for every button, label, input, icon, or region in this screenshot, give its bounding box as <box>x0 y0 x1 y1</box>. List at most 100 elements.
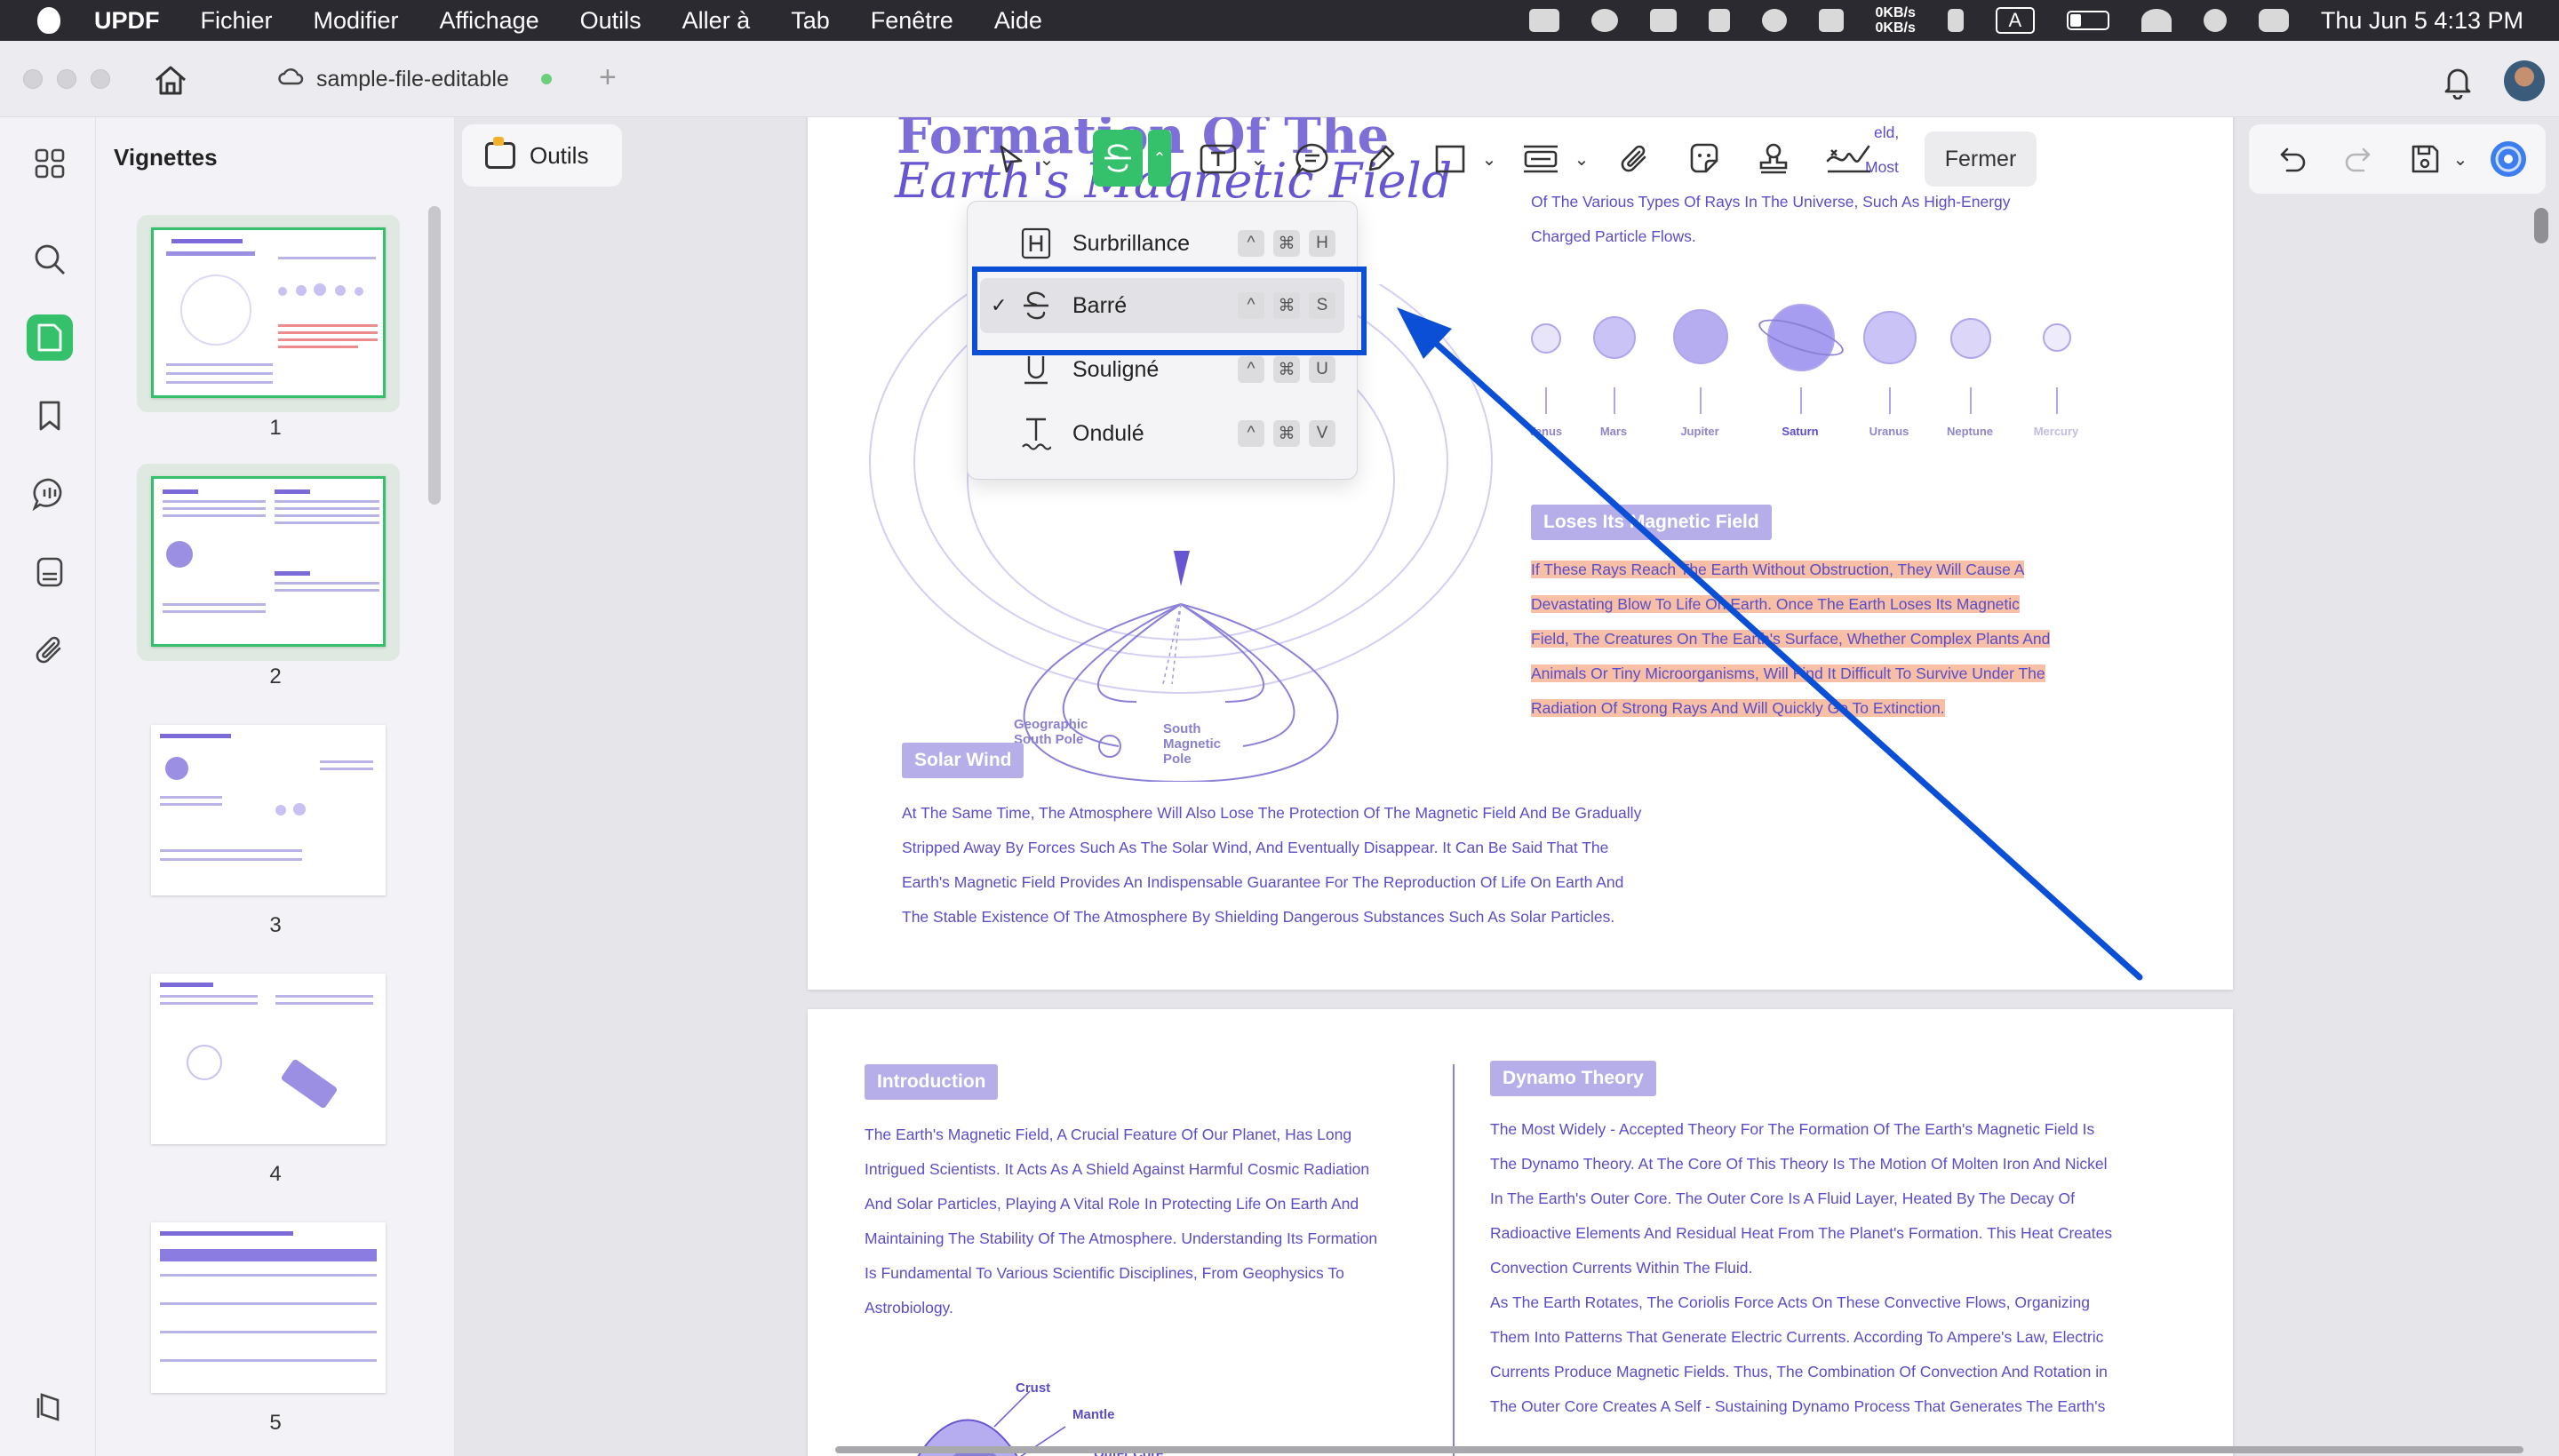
text-line[interactable]: In The Earth's Outer Core. The Outer Cor… <box>1490 1182 2112 1216</box>
planet-label[interactable]: Saturn <box>1756 425 1845 438</box>
search-icon[interactable] <box>27 236 73 282</box>
highlighted-line[interactable]: Animals Or Tiny Microorganisms, Will Fin… <box>1531 664 2045 682</box>
section-tag-loses-field[interactable]: Loses Its Magnetic Field <box>1531 505 1772 540</box>
text-line[interactable]: The Dynamo Theory. At The Core Of This T… <box>1490 1147 2112 1182</box>
thumbnails-panel-icon[interactable] <box>27 314 73 361</box>
strikethrough-tool-button[interactable] <box>1093 130 1143 187</box>
planet-label[interactable]: Neptune <box>1925 425 2014 438</box>
document-viewport[interactable]: Outils Formation Of The Earth's Magnetic… <box>455 117 2559 1456</box>
control-center-icon[interactable] <box>2258 9 2289 32</box>
pencil-draw-icon[interactable] <box>1361 124 1400 194</box>
wifi-icon[interactable] <box>2140 9 2172 32</box>
document-vertical-scrollbar[interactable] <box>2534 208 2548 243</box>
menu-aide[interactable]: Aide <box>994 7 1042 35</box>
stamp-icon[interactable] <box>1754 124 1793 194</box>
clock[interactable]: Thu Jun 5 4:13 PM <box>2321 7 2523 35</box>
thumbnail-page-2[interactable] <box>137 464 400 661</box>
signature-icon[interactable] <box>1823 124 1875 194</box>
thumbnail-page-3[interactable] <box>137 712 400 910</box>
text-line[interactable]: Intrigued Scientists. It Acts As A Shiel… <box>865 1152 1377 1187</box>
text-line[interactable]: The Stable Existence Of The Atmosphere B… <box>902 900 1641 935</box>
apple-menu-icon[interactable] <box>37 7 60 34</box>
menu-modifier[interactable]: Modifier <box>314 7 399 35</box>
bluetooth-icon[interactable] <box>1947 9 1964 32</box>
solar-wind-paragraph[interactable]: At The Same Time, The Atmosphere Will Al… <box>902 796 1641 935</box>
text-line[interactable]: And Solar Particles, Playing A Vital Rol… <box>865 1187 1377 1221</box>
planet-label[interactable]: Jupiter <box>1655 425 1744 438</box>
menu-app-name[interactable]: UPDF <box>94 7 160 35</box>
planet-label[interactable]: Mercury <box>2012 425 2101 438</box>
mantle-label[interactable]: Mantle <box>1072 1407 1115 1422</box>
status-cat-icon[interactable] <box>1818 9 1844 32</box>
text-line[interactable]: Stripped Away By Forces Such As The Sola… <box>902 831 1641 865</box>
highlighted-line[interactable]: Radiation Of Strong Rays And Will Quickl… <box>1531 699 1945 717</box>
menu-outils[interactable]: Outils <box>580 7 642 35</box>
ai-assistant-icon[interactable] <box>2485 124 2531 194</box>
text-line[interactable]: The Most Widely - Accepted Theory For Th… <box>1490 1112 2112 1147</box>
undo-icon[interactable] <box>2274 124 2313 194</box>
section-tag-solar-wind[interactable]: Solar Wind <box>902 743 1024 778</box>
menu-item-underline[interactable]: Souligné ^ ⌘ U <box>980 342 1344 397</box>
menu-affichage[interactable]: Affichage <box>440 7 539 35</box>
document-horizontal-scrollbar[interactable] <box>835 1446 2523 1453</box>
input-source-icon[interactable]: A <box>1995 7 2035 34</box>
spotlight-search-icon[interactable] <box>2203 9 2227 32</box>
text-line[interactable]: Them Into Patterns That Generate Electri… <box>1490 1320 2112 1355</box>
menu-tab[interactable]: Tab <box>791 7 830 35</box>
rays-text-line-2[interactable]: Charged Particle Flows. <box>1531 219 1696 254</box>
save-icon[interactable] <box>2405 124 2444 194</box>
attachment-icon[interactable] <box>27 627 73 673</box>
geographic-south-pole-label[interactable]: Geographic South Pole <box>1014 717 1088 747</box>
menu-item-strikethrough[interactable]: ✓ Barré ^ ⌘ S <box>980 278 1344 333</box>
text-callout-icon[interactable] <box>1519 124 1562 194</box>
window-minimize-button[interactable] <box>57 69 76 89</box>
tools-button[interactable]: Outils <box>462 124 622 187</box>
window-zoom-button[interactable] <box>91 69 110 89</box>
battery-icon[interactable] <box>2066 11 2109 30</box>
notification-bell-icon[interactable] <box>2442 64 2474 104</box>
close-annotation-button[interactable]: Fermer <box>1925 131 2037 187</box>
thumbnail-page-1[interactable] <box>137 215 400 412</box>
new-tab-button[interactable]: + <box>599 60 617 95</box>
attachment-icon[interactable] <box>1615 124 1654 194</box>
section-tag-dynamo-theory[interactable]: Dynamo Theory <box>1490 1061 1656 1096</box>
redo-icon[interactable] <box>2338 124 2377 194</box>
loses-field-paragraph[interactable]: If These Rays Reach The Earth Without Ob… <box>1531 553 2051 726</box>
window-close-button[interactable] <box>23 69 43 89</box>
apps-grid-icon[interactable] <box>27 140 73 187</box>
text-line[interactable]: Astrobiology. <box>865 1291 1377 1325</box>
menu-fichier[interactable]: Fichier <box>201 7 273 35</box>
text-line[interactable]: Currents Produce Magnetic Fields. Thus, … <box>1490 1355 2112 1389</box>
chevron-down-icon[interactable]: ⌄ <box>1480 124 1498 194</box>
text-line[interactable]: Radioactive Elements And Residual Heat F… <box>1490 1216 2112 1251</box>
comment-note-icon[interactable] <box>1292 124 1333 194</box>
text-line[interactable]: Earth's Magnetic Field Provides An Indis… <box>902 865 1641 900</box>
chevron-up-icon[interactable]: ⌃ <box>1148 130 1171 187</box>
sticker-icon[interactable] <box>1685 124 1724 194</box>
chevron-down-icon[interactable]: ⌄ <box>2451 124 2469 194</box>
status-bookmark-icon[interactable] <box>1708 9 1730 32</box>
text-line[interactable]: Maintaining The Stability Of The Atmosph… <box>865 1221 1377 1256</box>
avatar[interactable] <box>2504 60 2545 101</box>
home-icon[interactable] <box>153 64 188 96</box>
menu-fenetre[interactable]: Fenêtre <box>871 7 953 35</box>
chevron-down-icon[interactable]: ⌄ <box>1038 124 1056 194</box>
rectangle-shape-icon[interactable] <box>1431 124 1470 194</box>
crust-label[interactable]: Crust <box>1016 1380 1050 1396</box>
planet-label[interactable]: Mars <box>1569 425 1658 438</box>
planet-label[interactable]: Uranus <box>1845 425 1933 438</box>
pages-organize-icon[interactable] <box>27 549 73 595</box>
introduction-paragraph[interactable]: The Earth's Magnetic Field, A Crucial Fe… <box>865 1118 1377 1325</box>
status-app-icon[interactable] <box>1528 9 1559 32</box>
text-box-icon[interactable] <box>1198 124 1239 194</box>
select-cursor-icon[interactable] <box>993 124 1029 194</box>
menu-item-highlight[interactable]: Surbrillance ^ ⌘ H <box>980 216 1344 271</box>
menu-aller-a[interactable]: Aller à <box>682 7 751 35</box>
status-bird-icon[interactable] <box>1649 9 1677 32</box>
text-line[interactable]: The Earth's Magnetic Field, A Crucial Fe… <box>865 1118 1377 1152</box>
status-moon-icon[interactable] <box>1761 9 1787 32</box>
layers-icon[interactable] <box>27 1384 73 1430</box>
highlighted-line[interactable]: Field, The Creatures On The Earth's Surf… <box>1531 630 2051 648</box>
thumbnail-page-4[interactable] <box>137 961 400 1158</box>
chevron-down-icon[interactable]: ⌄ <box>1249 124 1267 194</box>
